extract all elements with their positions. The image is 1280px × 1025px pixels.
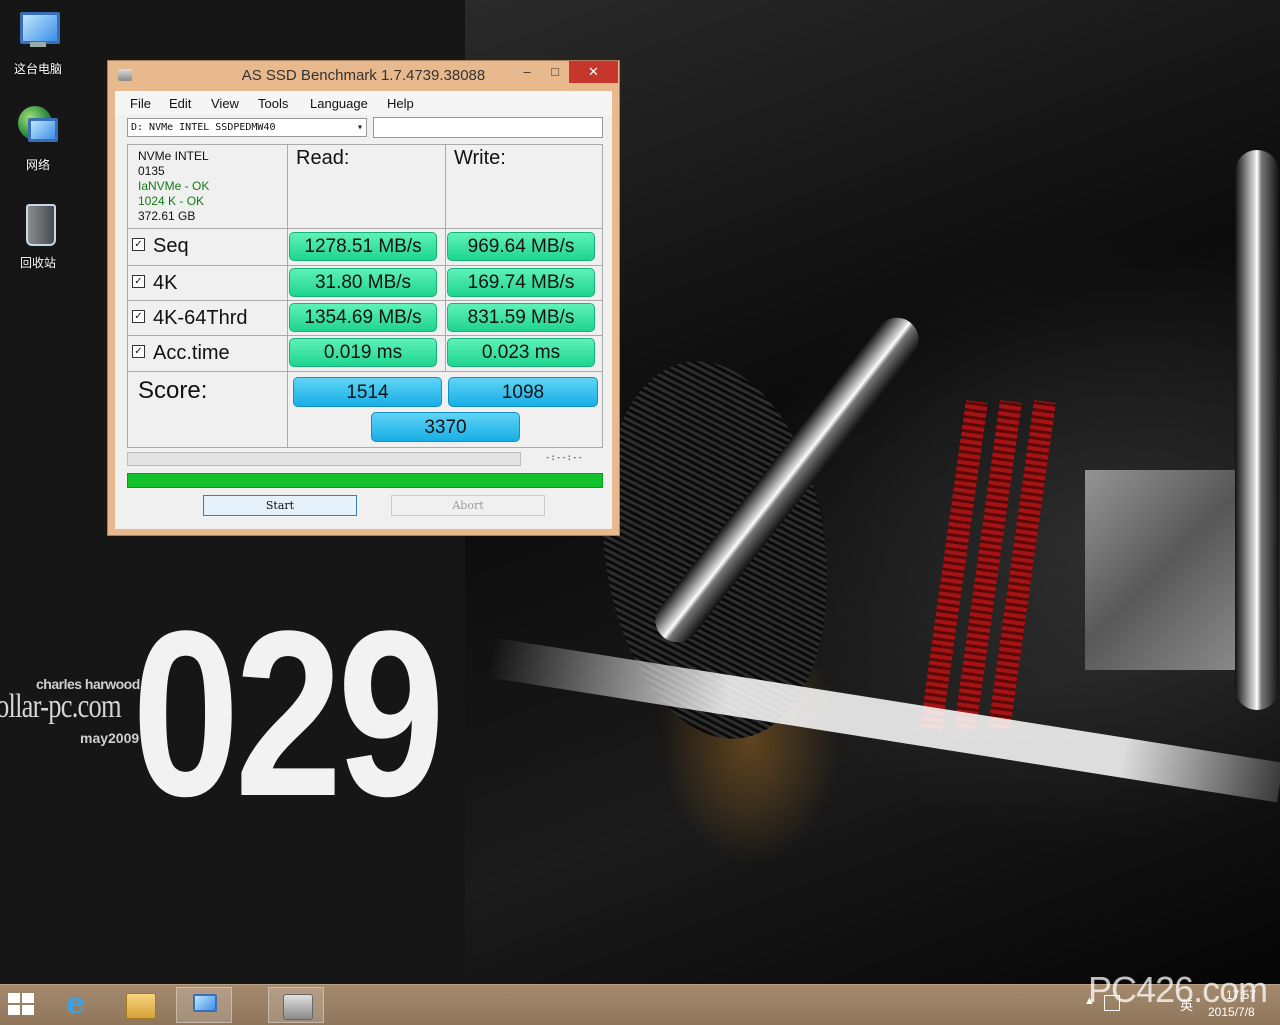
4k-write-value: 169.74 MB/s xyxy=(447,268,595,297)
drive-capacity: 372.61 GB xyxy=(138,209,196,223)
recycle-bin-icon xyxy=(14,202,62,250)
4k-read-value: 31.80 MB/s xyxy=(289,268,437,297)
internet-explorer-icon: e xyxy=(66,986,86,1021)
divider xyxy=(445,145,446,372)
drive-select-value: D: NVMe INTEL SSDPEDMW40 xyxy=(131,122,276,133)
alignment-status: 1024 K - OK xyxy=(138,194,205,208)
desktop-icon-label: 网络 xyxy=(25,158,50,172)
as-ssd-window: AS SSD Benchmark 1.7.4739.38088 – □ ✕ Fi… xyxy=(107,60,620,536)
4k-checkbox[interactable]: ✓ xyxy=(132,275,145,289)
acc-time-write-value: 0.023 ms xyxy=(447,338,595,367)
desktop-icon-network[interactable]: 网络 xyxy=(0,104,76,173)
divider xyxy=(128,371,602,372)
abort-button[interactable]: Abort xyxy=(391,495,545,516)
menu-edit[interactable]: Edit xyxy=(169,96,191,111)
desktop-icon-recycle-bin[interactable]: 回收站 xyxy=(0,202,76,271)
menu-bar: File Edit View Tools Language Help xyxy=(115,91,612,115)
show-hidden-icons-icon[interactable]: ▲ xyxy=(1084,995,1095,1007)
acc-time-read-value: 0.019 ms xyxy=(289,338,437,367)
overall-progress-fill xyxy=(128,474,602,487)
remote-desktop-icon xyxy=(191,994,219,1018)
wallpaper-credit-site: ollar-pc.com xyxy=(0,688,122,725)
drive-select[interactable]: D: NVMe INTEL SSDPEDMW40 ▾ xyxy=(127,118,367,137)
menu-help[interactable]: Help xyxy=(387,96,414,111)
start-icon[interactable] xyxy=(8,993,36,1017)
file-explorer-button[interactable] xyxy=(112,987,168,1023)
menu-tools[interactable]: Tools xyxy=(258,96,288,111)
remote-desktop-button[interactable] xyxy=(176,987,232,1023)
overall-progress-bar xyxy=(127,473,603,488)
file-explorer-icon xyxy=(126,993,156,1019)
close-button[interactable]: ✕ xyxy=(569,61,618,83)
this-pc-icon xyxy=(14,8,62,56)
chevron-down-icon[interactable]: ▾ xyxy=(357,119,363,136)
window-client-area: File Edit View Tools Language Help D: NV… xyxy=(115,91,612,529)
wallpaper-number: 029 xyxy=(132,582,445,846)
test-row-4k: ✓ 4K xyxy=(132,266,177,300)
score-read-value: 1514 xyxy=(293,377,442,407)
network-icon xyxy=(14,104,62,152)
menu-language[interactable]: Language xyxy=(310,96,368,111)
score-total-value: 3370 xyxy=(371,412,520,442)
seq-read-value: 1278.51 MB/s xyxy=(289,232,437,261)
4k-64thrd-write-value: 831.59 MB/s xyxy=(447,303,595,332)
4k-64thrd-checkbox[interactable]: ✓ xyxy=(132,310,145,324)
test-row-4k-64thrd: ✓ 4K-64Thrd xyxy=(132,301,248,335)
test-label: 4K-64Thrd xyxy=(153,307,248,329)
path-field[interactable] xyxy=(373,117,603,138)
seq-write-value: 969.64 MB/s xyxy=(447,232,595,261)
maximize-button[interactable]: □ xyxy=(540,61,570,83)
drive-info: NVMe INTEL 0135 IaNVMe - OK 1024 K - OK … xyxy=(138,149,209,224)
menu-view[interactable]: View xyxy=(211,96,239,111)
menu-file[interactable]: File xyxy=(130,96,151,111)
test-label: 4K xyxy=(153,272,178,294)
start-button[interactable]: Start xyxy=(203,495,357,516)
read-header: Read: xyxy=(296,147,350,169)
desktop-icon-this-pc[interactable]: 这台电脑 xyxy=(0,8,76,77)
cpu-block xyxy=(1085,470,1235,670)
desktop-icon-label: 这台电脑 xyxy=(13,62,62,76)
divider xyxy=(128,228,602,229)
test-progress-bar xyxy=(127,452,521,466)
coolant-tube xyxy=(1235,150,1279,710)
test-label: Seq xyxy=(153,235,189,257)
title-bar[interactable]: AS SSD Benchmark 1.7.4739.38088 – □ ✕ xyxy=(108,61,619,91)
taskbar: e PC426.com ▲ 英 17:57 2015/7/8 xyxy=(0,969,1280,1025)
test-row-acc-time: ✓ Acc.time xyxy=(132,336,230,370)
test-label: Acc.time xyxy=(153,342,230,364)
internet-explorer-button[interactable]: e xyxy=(52,986,108,1023)
minimize-button[interactable]: – xyxy=(512,61,542,83)
clock-time[interactable]: 17:57 xyxy=(1226,988,1256,1002)
seq-checkbox[interactable]: ✓ xyxy=(132,238,145,252)
test-row-seq: ✓ Seq xyxy=(132,229,189,263)
drive-firmware: 0135 xyxy=(138,164,165,178)
driver-status: IaNVMe - OK xyxy=(138,179,210,193)
4k-64thrd-read-value: 1354.69 MB/s xyxy=(289,303,437,332)
wallpaper-credit-date: may2009 xyxy=(80,730,140,746)
as-ssd-taskbar-button[interactable] xyxy=(268,987,324,1023)
write-header: Write: xyxy=(454,147,506,169)
clock-date[interactable]: 2015/7/8 xyxy=(1208,1005,1255,1019)
score-label: Score: xyxy=(138,377,208,404)
score-write-value: 1098 xyxy=(448,377,598,407)
desktop-icon-label: 回收站 xyxy=(19,256,56,270)
as-ssd-icon xyxy=(283,994,313,1020)
results-panel: NVMe INTEL 0135 IaNVMe - OK 1024 K - OK … xyxy=(127,144,603,448)
acc-time-checkbox[interactable]: ✓ xyxy=(132,345,145,359)
drive-name: NVMe INTEL xyxy=(138,149,209,163)
elapsed-time: -:--:-- xyxy=(545,453,583,463)
divider xyxy=(287,145,288,447)
network-tray-icon[interactable] xyxy=(1104,995,1120,1011)
divider xyxy=(128,265,602,266)
input-method-indicator[interactable]: 英 xyxy=(1180,995,1193,1014)
